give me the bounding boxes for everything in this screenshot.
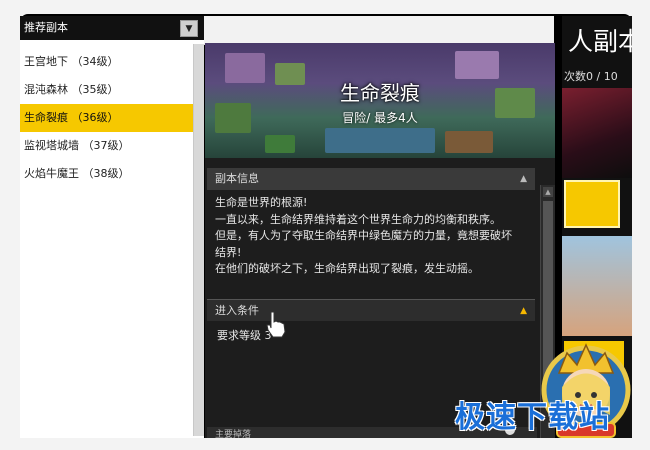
dungeon-filter-header[interactable]: 推荐副本 ▼ bbox=[20, 16, 204, 40]
right-panel-title: 人副本 bbox=[568, 27, 632, 56]
description-line: 但是，有人为了夺取生命结界中绿色魔方的力量，竟想要破坏 bbox=[215, 229, 512, 242]
dungeon-list-scrollbar[interactable] bbox=[193, 44, 204, 436]
chevron-down-icon[interactable]: ▼ bbox=[180, 20, 198, 37]
dungeon-item-4[interactable]: 监视塔城墙 （37级） bbox=[20, 132, 204, 160]
dungeon-subtitle: 冒险/ 最多4人 bbox=[342, 111, 418, 125]
dungeon-title: 生命裂痕 bbox=[340, 81, 420, 105]
dungeon-item-3-selected[interactable]: 生命裂痕 （36级） bbox=[20, 104, 204, 132]
info-section-label: 副本信息 bbox=[215, 172, 259, 185]
collapse-icon[interactable]: ▲ bbox=[520, 300, 527, 322]
entry-count: 次数0 / 10 bbox=[564, 70, 618, 83]
dungeon-item-2[interactable]: 混沌森林 （35级） bbox=[20, 76, 204, 104]
dungeon-filter-label: 推荐副本 bbox=[24, 21, 68, 34]
description-line: 一直以来，生命结界维持着这个世界生命力的均衡和秩序。 bbox=[215, 212, 501, 226]
drops-section-label: 主要掉落 bbox=[215, 430, 252, 440]
scroll-up-icon[interactable]: ▲ bbox=[543, 187, 553, 197]
level-requirement: 要求等级 3 bbox=[217, 329, 272, 342]
conditions-section-label: 进入条件 bbox=[215, 304, 259, 317]
character-poster bbox=[562, 88, 632, 178]
dungeon-item-1[interactable]: 王宫地下 （34级） bbox=[20, 48, 204, 76]
dungeon-list-panel: 推荐副本 ▼ 王宫地下 （34级） 混沌森林 （35级） 生命裂痕 （36级） … bbox=[20, 16, 204, 438]
dungeon-list: 王宫地下 （34级） 混沌森林 （35级） 生命裂痕 （36级） 监视塔城墙 （… bbox=[20, 48, 204, 188]
scene-preview bbox=[562, 236, 632, 336]
detail-top-strip bbox=[204, 16, 554, 45]
description-line: 生命是世界的根源! bbox=[215, 196, 308, 209]
dungeon-item-5[interactable]: 火焰牛魔王 （38级） bbox=[20, 160, 204, 188]
dungeon-banner: 生命裂痕 冒险/ 最多4人 bbox=[205, 43, 555, 158]
conditions-section-header[interactable]: 进入条件 ▲ bbox=[207, 299, 535, 321]
hand-pointer-icon bbox=[266, 311, 286, 338]
enter-button[interactable] bbox=[564, 180, 620, 228]
description-line: 结界! bbox=[215, 245, 242, 259]
collapse-icon[interactable]: ▲ bbox=[520, 168, 527, 190]
description-line: 在他们的破坏之下，生命结界出现了裂痕，发生动摇。 bbox=[215, 262, 479, 275]
info-section-header[interactable]: 副本信息 ▲ bbox=[207, 168, 535, 190]
site-watermark: 极速下载站 bbox=[455, 400, 610, 435]
dungeon-detail-panel: 生命裂痕 冒险/ 最多4人 副本信息 ▲ 生命是世界的根源! 一直以来，生命结界… bbox=[205, 43, 555, 440]
dungeon-description: 生命是世界的根源! 一直以来，生命结界维持着这个世界生命力的均衡和秩序。 但是，… bbox=[215, 195, 531, 278]
